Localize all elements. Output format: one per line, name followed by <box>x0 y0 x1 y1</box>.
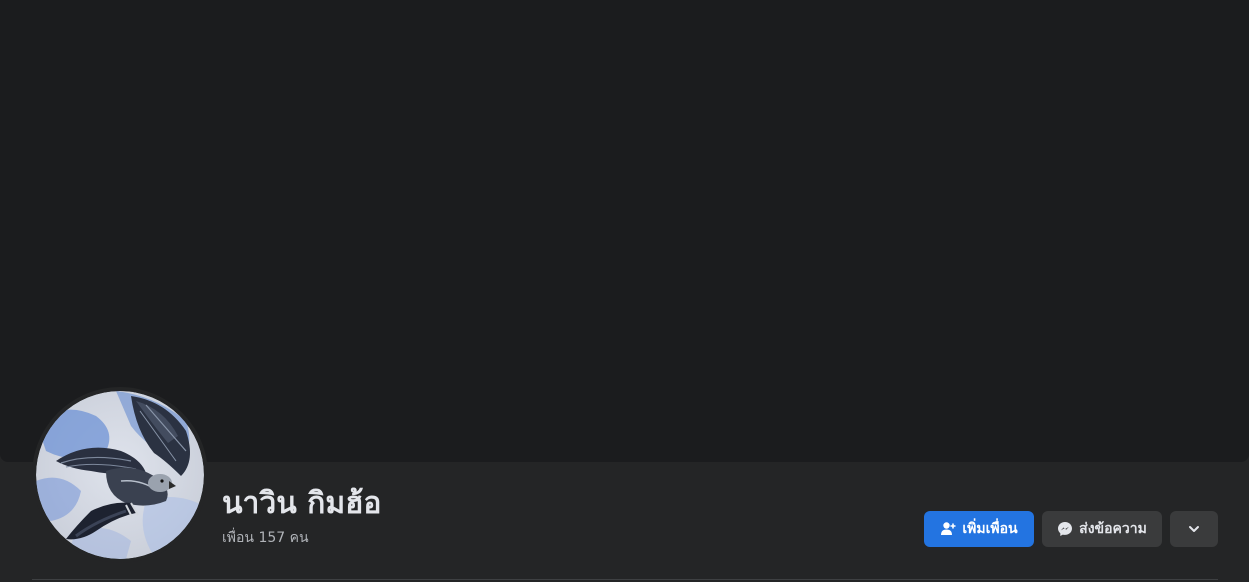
header-divider <box>32 579 1218 580</box>
messenger-icon <box>1057 521 1073 537</box>
add-friend-button[interactable]: เพิ่มเพื่อน <box>924 511 1034 547</box>
add-friend-label: เพิ่มเพื่อน <box>962 521 1018 537</box>
cover-photo[interactable] <box>0 0 1249 462</box>
send-message-label: ส่งข้อความ <box>1079 521 1147 537</box>
more-options-button[interactable] <box>1170 511 1218 547</box>
profile-picture[interactable] <box>32 387 208 563</box>
profile-name: นาวิน กิมฮ้อ <box>222 486 382 521</box>
chevron-down-icon <box>1187 522 1201 536</box>
friends-count[interactable]: เพื่อน 157 คน <box>222 528 309 548</box>
avatar <box>36 391 204 559</box>
send-message-button[interactable]: ส่งข้อความ <box>1042 511 1162 547</box>
add-friend-icon <box>940 521 956 537</box>
